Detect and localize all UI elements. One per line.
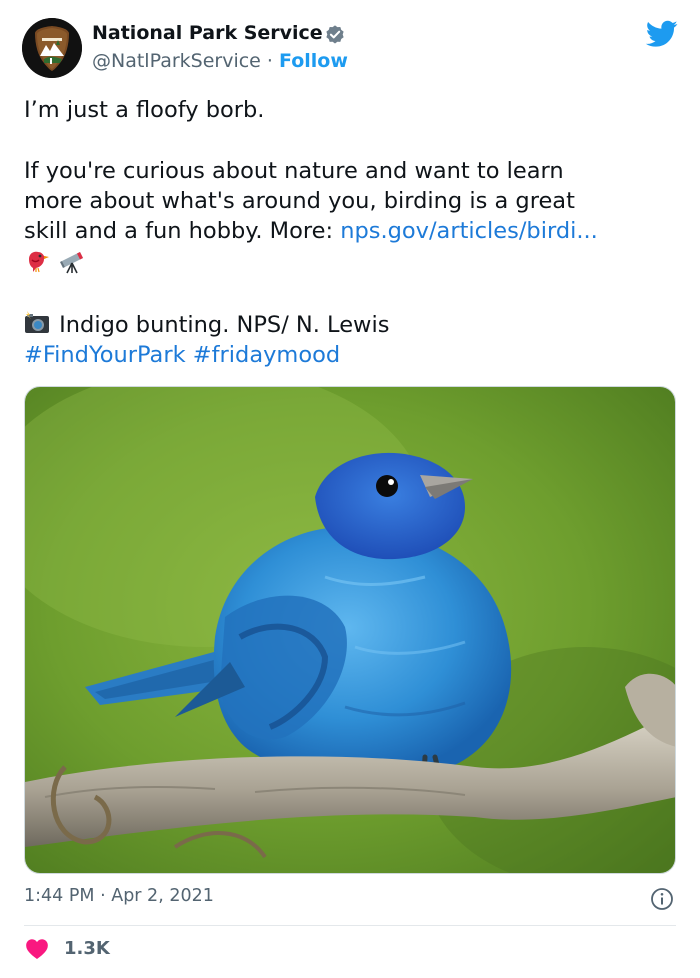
bird-emoji-icon (29, 251, 49, 273)
tweet-paragraph: If you're curious about nature and want … (24, 156, 684, 276)
verified-badge-icon (326, 25, 344, 44)
tweet-line-text: skill and a fun hobby. More: (24, 218, 341, 244)
follow-button[interactable]: Follow (279, 50, 348, 72)
timestamp-separator: · (94, 886, 112, 906)
camera-with-flash-emoji (24, 311, 59, 338)
indigo-bunting-photo (25, 387, 675, 873)
emoji-row (24, 246, 684, 276)
handle-separator: · (260, 50, 279, 72)
caption-line: Indigo bunting. NPS/ N. Lewis (24, 310, 684, 340)
article-link[interactable]: nps.gov/articles/birdi... (340, 218, 598, 244)
hashtag-findyourpark[interactable]: #FindYourPark (24, 342, 186, 368)
tweet-caption: Indigo bunting. NPS/ N. Lewis #FindYourP… (24, 310, 684, 370)
tweet-timestamp[interactable]: 1:44 PM · Apr 2, 2021 (24, 886, 214, 906)
like-count[interactable]: 1.3K (64, 938, 110, 959)
tweet-line: skill and a fun hobby. More: nps.gov/art… (24, 216, 684, 246)
handle[interactable]: @NatlParkService (92, 50, 261, 72)
heart-icon[interactable] (24, 936, 50, 962)
caption-text: Indigo bunting. NPS/ N. Lewis (59, 312, 390, 338)
tweet-date: Apr 2, 2021 (111, 886, 214, 906)
telescope-emoji-icon (60, 252, 83, 274)
tweet-line: If you're curious about nature and want … (24, 158, 564, 184)
tweet-photo[interactable] (24, 386, 676, 874)
hashtag-fridaymood[interactable]: #fridaymood (193, 342, 340, 368)
hashtag-line: #FindYourPark #fridaymood (24, 340, 684, 370)
tweet-line: more about what's around you, birding is… (24, 188, 575, 214)
nps-arrowhead-logo-icon (22, 18, 82, 78)
divider (24, 925, 676, 926)
handle-row: @NatlParkService · Follow (92, 50, 348, 72)
tweet-body: I’m just a floofy borb. (24, 95, 684, 125)
tweet-card: National Park Service @NatlParkService ·… (0, 0, 700, 978)
camera-with-flash-icon (25, 311, 49, 333)
tweet-time: 1:44 PM (24, 886, 95, 906)
tweet-line: I’m just a floofy borb. (24, 97, 265, 123)
twitter-bird-icon[interactable] (646, 20, 678, 48)
display-name[interactable]: National Park Service (92, 22, 323, 44)
info-icon[interactable] (650, 887, 674, 911)
avatar[interactable] (22, 18, 82, 78)
